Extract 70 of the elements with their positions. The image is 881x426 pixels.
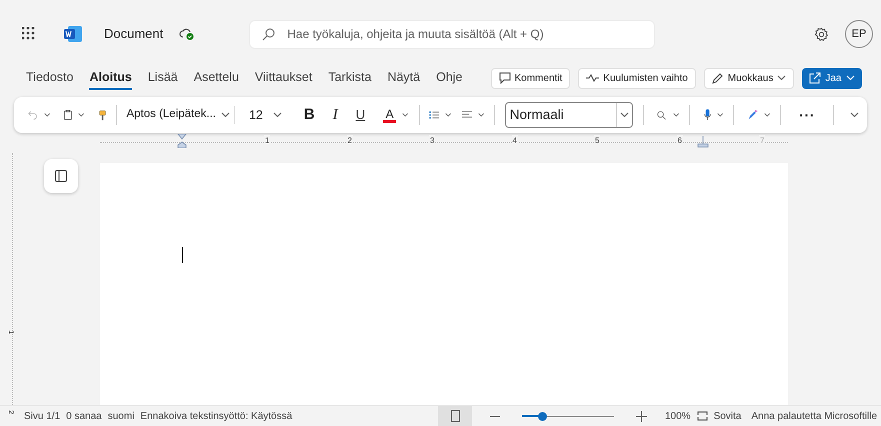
ribbon-tab[interactable]: Asettelu xyxy=(194,66,239,90)
chevron-icon xyxy=(272,112,282,118)
chevron-icon xyxy=(44,112,50,118)
chevron-icon xyxy=(672,112,680,118)
pen-sparkle-icon[interactable] xyxy=(748,108,758,122)
expand-ribbon-icon[interactable] xyxy=(850,112,859,118)
ribbon-tab[interactable]: Tiedosto xyxy=(26,66,74,90)
zoom-percent[interactable]: 100% xyxy=(665,408,691,424)
text-cursor xyxy=(182,247,183,263)
share-button[interactable]: Jaa xyxy=(802,68,862,88)
comments-button[interactable]: Kommentit xyxy=(490,68,570,88)
chevron-icon xyxy=(846,75,854,81)
user-avatar[interactable]: EP xyxy=(845,20,873,48)
pulse-icon xyxy=(586,74,600,82)
status-item: Sivu 1/1 xyxy=(24,410,60,424)
font-color-button[interactable]: A xyxy=(383,108,396,122)
share-icon xyxy=(809,72,822,84)
fit-button[interactable]: Sovita xyxy=(714,408,742,424)
ribbon-tab[interactable]: Viittaukset xyxy=(254,66,312,90)
catch-up-button[interactable]: Kuulumisten vaihto xyxy=(578,68,696,88)
italic-button[interactable]: I xyxy=(332,104,338,126)
font-size-dropdown[interactable]: 12 xyxy=(244,106,286,124)
ribbon-tab[interactable]: Lisää xyxy=(148,66,178,90)
font-dropdown[interactable]: Aptos (Leipätek... xyxy=(126,106,235,124)
status-item: 0 sanaa xyxy=(66,410,102,424)
chevron-icon xyxy=(402,112,409,118)
fit-icon xyxy=(696,411,708,421)
chevron-icon xyxy=(620,112,629,118)
document-name[interactable]: Document xyxy=(104,24,164,44)
chevron-icon xyxy=(478,112,484,118)
print-layout-button[interactable] xyxy=(438,406,472,426)
search-icon[interactable] xyxy=(657,108,667,122)
style-dropdown[interactable]: Normaali xyxy=(504,102,633,128)
feedback-link[interactable]: Anna palautetta Microsoftille xyxy=(751,408,877,424)
navigation-pane-button[interactable] xyxy=(44,159,78,193)
indent-marker-icon[interactable] xyxy=(177,134,187,148)
underline-button[interactable]: U xyxy=(356,105,366,125)
settings-icon[interactable] xyxy=(814,26,829,42)
bullet-list-icon[interactable] xyxy=(429,109,440,121)
app-launcher-icon[interactable] xyxy=(22,27,36,41)
format-painter-icon[interactable] xyxy=(98,108,106,122)
bold-button[interactable]: B xyxy=(304,104,315,126)
chevron-icon xyxy=(764,112,770,118)
panel-icon xyxy=(55,170,67,182)
search-field[interactable]: Hae työkaluja, ohjeita ja muuta sisältöä (Alt + Q) xyxy=(249,20,656,48)
status-item: Ennakoiva tekstinsyöttö: Käytössä xyxy=(140,410,292,424)
chevron-icon xyxy=(445,112,452,118)
comment-icon xyxy=(498,72,510,84)
more-options-button[interactable]: ··· xyxy=(791,104,824,126)
zoom-thumb[interactable] xyxy=(538,412,548,420)
page-icon xyxy=(450,410,460,422)
status-item: suomi xyxy=(108,410,134,424)
chevron-icon xyxy=(78,112,85,118)
zoom-slider[interactable] xyxy=(522,411,614,421)
cloud-saved-icon[interactable] xyxy=(179,27,196,41)
ribbon-tab[interactable]: Aloitus xyxy=(89,66,132,90)
chevron-icon xyxy=(716,112,724,118)
clipboard-icon[interactable] xyxy=(64,108,72,122)
chevron-icon xyxy=(777,75,786,81)
microphone-icon[interactable] xyxy=(704,107,711,123)
font-color-bar xyxy=(383,120,396,122)
ribbon-tab[interactable]: Näytä xyxy=(387,66,420,90)
search-icon xyxy=(262,28,276,40)
editing-mode-button[interactable]: Muokkaus xyxy=(704,68,794,88)
zoom-in-icon[interactable] xyxy=(636,410,647,422)
ribbon-tab[interactable]: Ohje xyxy=(436,66,462,90)
chevron-icon xyxy=(220,112,230,118)
word-logo-icon xyxy=(64,26,82,42)
ribbon-tab[interactable]: Tarkista xyxy=(328,66,372,90)
pencil-icon xyxy=(712,72,724,84)
